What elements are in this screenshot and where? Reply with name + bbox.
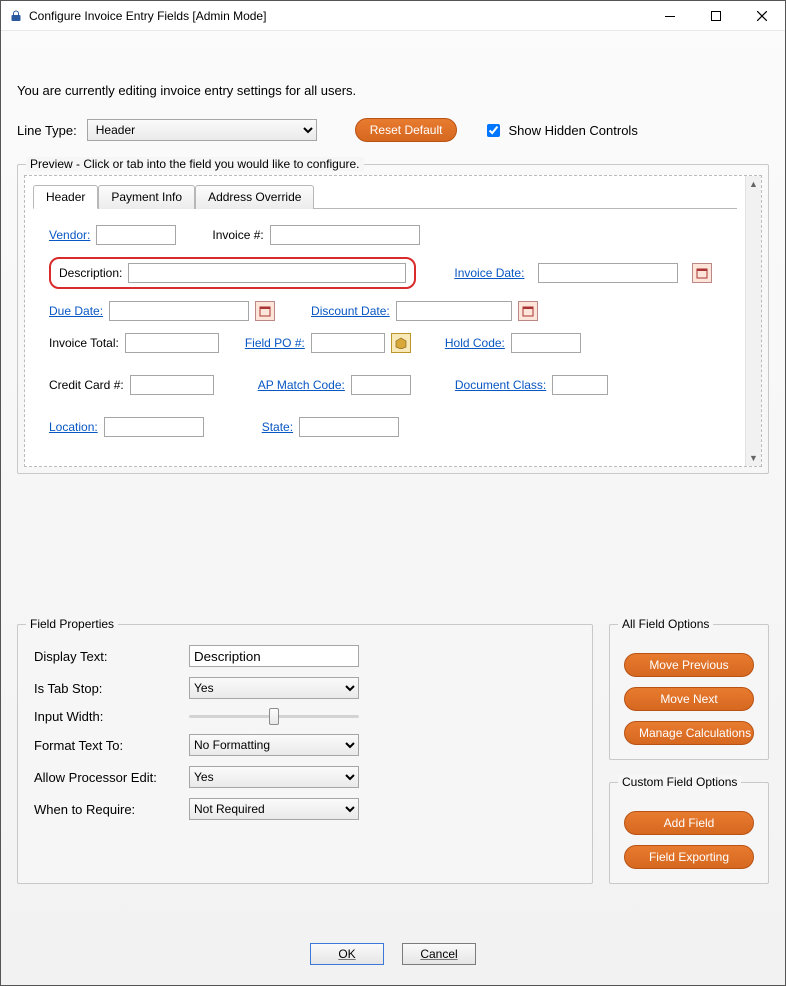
field-properties-legend: Field Properties bbox=[26, 617, 118, 631]
intro-text: You are currently editing invoice entry … bbox=[17, 83, 769, 98]
due-date-calendar-icon[interactable] bbox=[255, 301, 275, 321]
description-label: Description: bbox=[59, 266, 122, 280]
preview-form: Vendor: Invoice #: Description: bbox=[33, 219, 737, 439]
preview-fieldset: Preview - Click or tab into the field yo… bbox=[17, 164, 769, 474]
due-date-input[interactable] bbox=[109, 301, 249, 321]
invoice-date-label[interactable]: Invoice Date: bbox=[454, 266, 524, 280]
tab-header[interactable]: Header bbox=[33, 185, 98, 209]
field-po-label[interactable]: Field PO #: bbox=[245, 336, 305, 350]
tab-address-override[interactable]: Address Override bbox=[195, 185, 314, 209]
configure-invoice-entry-window: Configure Invoice Entry Fields [Admin Mo… bbox=[0, 0, 786, 986]
display-text-input[interactable] bbox=[189, 645, 359, 667]
minimize-button[interactable] bbox=[647, 1, 693, 31]
lock-icon bbox=[9, 9, 23, 23]
slider-thumb[interactable] bbox=[269, 708, 279, 725]
field-po-box-icon[interactable] bbox=[391, 333, 411, 353]
content-area: You are currently editing invoice entry … bbox=[1, 31, 785, 985]
discount-date-input[interactable] bbox=[396, 301, 512, 321]
preview-legend: Preview - Click or tab into the field yo… bbox=[26, 157, 364, 171]
all-field-options-legend: All Field Options bbox=[618, 617, 713, 631]
preview-inner: Header Payment Info Address Override Ven… bbox=[25, 176, 745, 466]
dialog-buttons: OK Cancel bbox=[17, 935, 769, 977]
maximize-button[interactable] bbox=[693, 1, 739, 31]
input-width-label: Input Width: bbox=[34, 709, 189, 724]
invoice-date-input[interactable] bbox=[538, 263, 678, 283]
discount-date-label[interactable]: Discount Date: bbox=[311, 304, 390, 318]
description-highlight: Description: bbox=[49, 257, 416, 289]
preview-scrollbar[interactable]: ▲ ▼ bbox=[745, 176, 761, 466]
hold-code-label[interactable]: Hold Code: bbox=[445, 336, 505, 350]
vendor-input[interactable] bbox=[96, 225, 176, 245]
invoice-total-input[interactable] bbox=[125, 333, 219, 353]
ap-match-input[interactable] bbox=[351, 375, 411, 395]
all-field-options-group: All Field Options Move Previous Move Nex… bbox=[609, 624, 769, 760]
is-tab-stop-label: Is Tab Stop: bbox=[34, 681, 189, 696]
allow-processor-select[interactable]: Yes bbox=[189, 766, 359, 788]
discount-date-calendar-icon[interactable] bbox=[518, 301, 538, 321]
add-field-button[interactable]: Add Field bbox=[624, 811, 754, 835]
manage-calculations-button[interactable]: Manage Calculations bbox=[624, 721, 754, 745]
ap-match-label[interactable]: AP Match Code: bbox=[258, 378, 345, 392]
credit-card-label: Credit Card #: bbox=[49, 378, 124, 392]
field-po-input[interactable] bbox=[311, 333, 385, 353]
invoice-num-input[interactable] bbox=[270, 225, 420, 245]
preview-tabs: Header Payment Info Address Override bbox=[33, 184, 737, 209]
preview-box: Header Payment Info Address Override Ven… bbox=[24, 175, 762, 467]
state-input[interactable] bbox=[299, 417, 399, 437]
doc-class-input[interactable] bbox=[552, 375, 608, 395]
location-input[interactable] bbox=[104, 417, 204, 437]
invoice-date-calendar-icon[interactable] bbox=[692, 263, 712, 283]
hold-code-input[interactable] bbox=[511, 333, 581, 353]
move-previous-button[interactable]: Move Previous bbox=[624, 653, 754, 677]
ok-button[interactable]: OK bbox=[310, 943, 384, 965]
move-next-button[interactable]: Move Next bbox=[624, 687, 754, 711]
credit-card-input[interactable] bbox=[130, 375, 214, 395]
due-date-label[interactable]: Due Date: bbox=[49, 304, 103, 318]
format-text-label: Format Text To: bbox=[34, 738, 189, 753]
display-text-label: Display Text: bbox=[34, 649, 189, 664]
bottom-area: Field Properties Display Text: Is Tab St… bbox=[17, 624, 769, 884]
scroll-down-icon[interactable]: ▼ bbox=[746, 450, 761, 466]
allow-processor-label: Allow Processor Edit: bbox=[34, 770, 189, 785]
location-label[interactable]: Location: bbox=[49, 420, 98, 434]
is-tab-stop-select[interactable]: Yes bbox=[189, 677, 359, 699]
window-title: Configure Invoice Entry Fields [Admin Mo… bbox=[29, 9, 266, 23]
when-require-label: When to Require: bbox=[34, 802, 189, 817]
when-require-select[interactable]: Not Required bbox=[189, 798, 359, 820]
line-type-select[interactable]: Header bbox=[87, 119, 317, 141]
format-text-select[interactable]: No Formatting bbox=[189, 734, 359, 756]
line-type-label: Line Type: bbox=[17, 123, 77, 138]
input-width-slider[interactable] bbox=[189, 715, 359, 718]
show-hidden-controls-checkbox[interactable]: Show Hidden Controls bbox=[483, 121, 637, 140]
description-input[interactable] bbox=[128, 263, 406, 283]
custom-field-options-group: Custom Field Options Add Field Field Exp… bbox=[609, 782, 769, 884]
custom-field-options-legend: Custom Field Options bbox=[618, 775, 741, 789]
side-options: All Field Options Move Previous Move Nex… bbox=[609, 624, 769, 884]
cancel-button[interactable]: Cancel bbox=[402, 943, 476, 965]
doc-class-label[interactable]: Document Class: bbox=[455, 378, 546, 392]
tab-payment-info[interactable]: Payment Info bbox=[98, 185, 195, 209]
invoice-total-label: Invoice Total: bbox=[49, 336, 119, 350]
titlebar: Configure Invoice Entry Fields [Admin Mo… bbox=[1, 1, 785, 31]
show-hidden-controls-input[interactable] bbox=[487, 124, 500, 137]
reset-default-button[interactable]: Reset Default bbox=[355, 118, 458, 142]
field-properties-group: Field Properties Display Text: Is Tab St… bbox=[17, 624, 593, 884]
show-hidden-controls-label: Show Hidden Controls bbox=[508, 123, 637, 138]
state-label[interactable]: State: bbox=[262, 420, 293, 434]
line-type-row: Line Type: Header Reset Default Show Hid… bbox=[17, 118, 769, 142]
invoice-num-label: Invoice #: bbox=[212, 228, 263, 242]
vendor-label[interactable]: Vendor: bbox=[49, 228, 90, 242]
close-button[interactable] bbox=[739, 1, 785, 31]
scroll-up-icon[interactable]: ▲ bbox=[746, 176, 761, 192]
field-exporting-button[interactable]: Field Exporting bbox=[624, 845, 754, 869]
